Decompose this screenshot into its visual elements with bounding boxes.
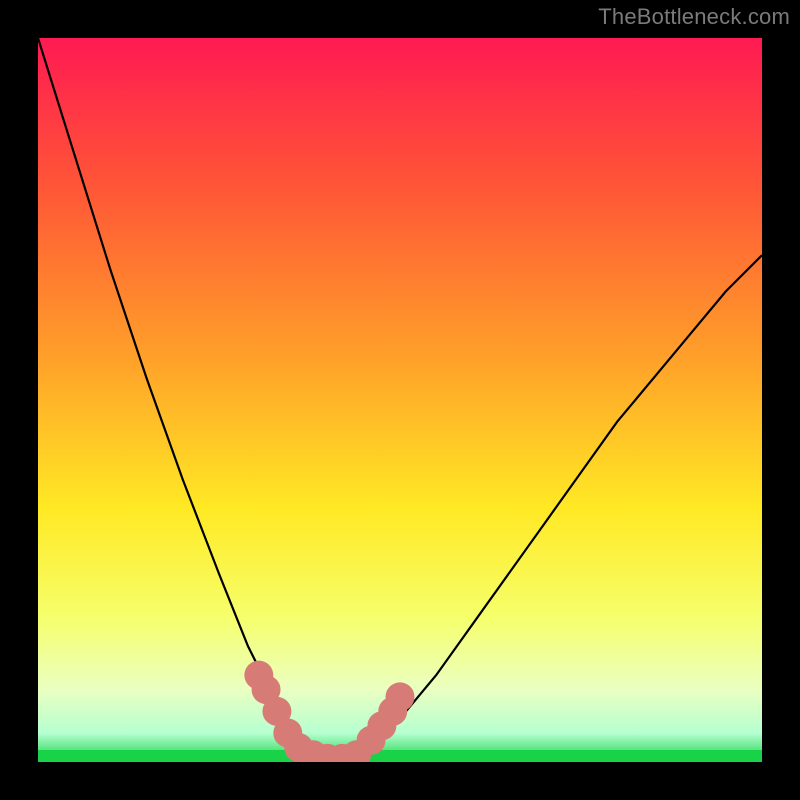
marker-point	[386, 682, 415, 711]
plot-area	[38, 38, 762, 762]
chart-svg	[38, 38, 762, 762]
watermark-text: TheBottleneck.com	[598, 4, 790, 30]
gradient-background	[38, 38, 762, 762]
green-stripe	[38, 750, 762, 762]
outer-frame: TheBottleneck.com	[0, 0, 800, 800]
